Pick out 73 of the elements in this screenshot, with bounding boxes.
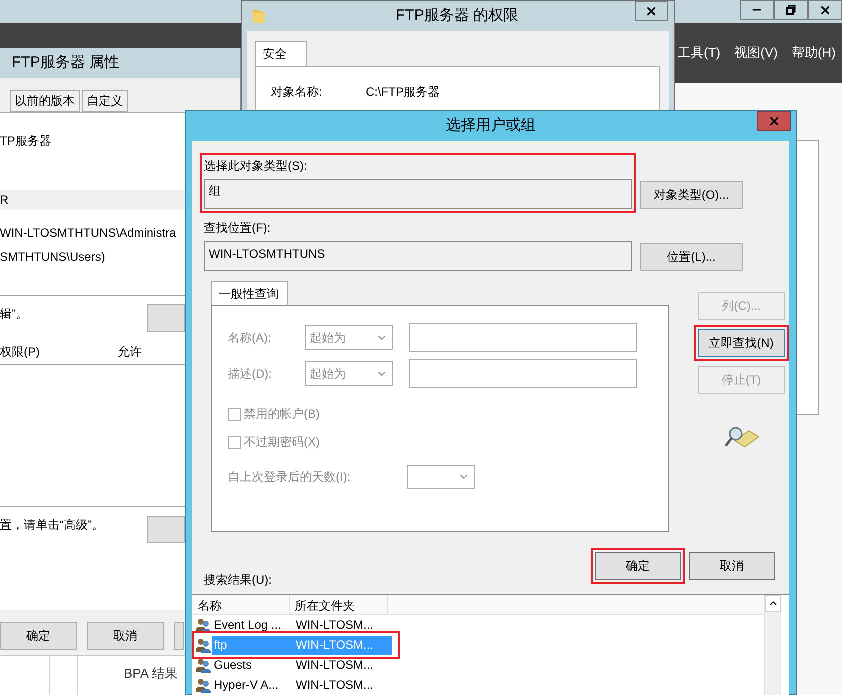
side-button[interactable]: 立即查找(N) [698,329,785,357]
close-button[interactable] [808,0,842,20]
list-item[interactable]: SMTHTUNS\Users) [0,248,185,266]
users-icon [196,618,212,632]
object-name: TP服务器 [0,133,52,150]
days-dropdown[interactable] [407,465,475,489]
result-row[interactable]: Guests WIN-LTOSM... [212,656,374,674]
text-input[interactable] [409,323,637,352]
window-title: FTP服务器 的权限 [396,6,518,26]
folder-icon [252,8,266,24]
users-icon [196,638,212,652]
name-cell-text: ftp [213,637,228,654]
close-icon [818,4,832,16]
apply-button[interactable] [174,622,184,650]
restore-button[interactable] [774,0,808,20]
field-label: 对象名称: [271,84,324,101]
menu-item[interactable]: 帮助(H) [792,43,836,63]
column-header[interactable]: 名称 [192,595,290,614]
scroll-up-button[interactable] [765,595,781,612]
close-icon [768,114,780,128]
folder-cell-text: WIN-LTOSM... [296,637,374,654]
hint-text: 置，请单击“高级”。 [0,517,104,534]
field-value: C:\FTP服务器 [366,84,440,101]
menu-item[interactable]: 工具(T) [678,43,721,63]
result-row[interactable]: Event Log ... WIN-LTOSM... [212,616,374,634]
ok-button[interactable]: 确定 [595,552,681,580]
cancel-button[interactable]: 取消 [87,622,164,650]
locations-button[interactable]: 位置(L)... [640,243,743,271]
close-icon [645,4,658,18]
folder-cell-text: WIN-LTOSM... [296,617,374,634]
column-header: 权限(P) [0,344,41,361]
name-cell-text: Event Log ... [213,617,282,634]
minimize-button[interactable] [740,0,774,20]
checkbox-label: 不过期密码(X) [244,434,320,451]
name-cell-text: Hyper-V A... [213,677,280,694]
column-header: R [0,192,9,209]
object-types-button[interactable]: 对象类型(O)... [640,181,743,209]
tab[interactable]: 一般性查询 [211,281,288,305]
list-item[interactable]: WIN-LTOSMTHTUNS\Administra [0,224,185,242]
dialog-title: 选择用户或组 [446,116,536,136]
checkbox[interactable] [228,408,241,420]
users-icon [196,678,212,692]
tab[interactable]: 安全 [255,41,307,66]
hint-text: 辑”。 [0,306,28,323]
field-label: 描述(D): [228,366,273,382]
field-label: 名称(A): [228,330,272,346]
column-header: 允许 [118,344,142,361]
cancel-button[interactable]: 取消 [689,552,775,580]
object-type-field: 组 [204,179,632,209]
field-label: 查找位置(F): [204,220,272,237]
result-row[interactable]: Hyper-V A... WIN-LTOSM... [212,676,374,694]
edit-button[interactable] [147,304,185,332]
advanced-button[interactable] [147,516,185,543]
folder-cell-text: WIN-LTOSM... [296,677,374,694]
field-label: 自上次登录后的天数(I): [228,469,352,486]
menu-item[interactable]: 视图(V) [734,43,778,63]
field-label: 选择此对象类型(S): [204,158,308,175]
window-title: FTP服务器 属性 [12,52,120,73]
location-field: WIN-LTOSMTHTUNS [204,241,632,271]
tab[interactable]: 以前的版本 [10,90,80,112]
name-cell-text: Guests [213,657,254,674]
users-icon [196,658,212,672]
tab[interactable]: 自定义 [82,90,128,112]
text-input[interactable] [409,359,637,388]
table-cell-text: BPA 结果 [124,665,178,683]
field-label: 搜索结果(U): [204,572,273,589]
checkbox-label: 禁用的帐户(B) [244,406,320,423]
checkbox[interactable] [228,436,241,448]
folder-cell-text: WIN-LTOSM... [296,657,374,674]
column-header[interactable]: 所在文件夹 [290,595,388,614]
ok-button[interactable]: 确定 [0,622,77,650]
restore-icon [786,5,796,15]
close-button[interactable] [635,1,668,21]
